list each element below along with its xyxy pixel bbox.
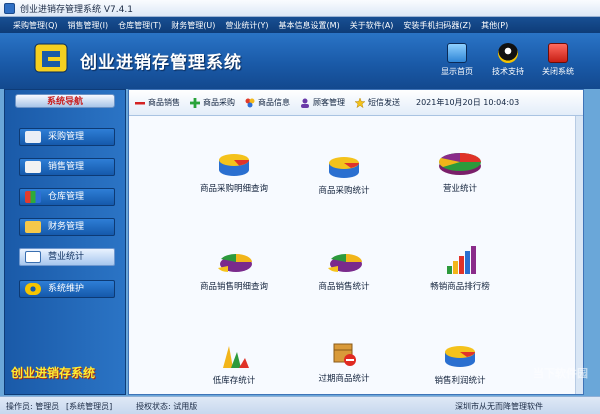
menu-warehouse[interactable]: 仓库管理(T): [113, 20, 166, 31]
sidebar-title: 系统导航: [15, 94, 115, 108]
window-title: 创业进销存管理系统 V7.4.1: [20, 5, 133, 15]
pie-chart-icon: [439, 152, 481, 175]
product-sales-button[interactable]: 商品销售: [135, 97, 180, 108]
cart-icon: [25, 161, 41, 173]
tech-support-label: 技术支持: [492, 67, 524, 76]
plus-icon: [190, 97, 200, 108]
sidebar-item-finance[interactable]: 财务管理: [19, 218, 115, 236]
sidebar: 系统导航 采购管理 销售管理 仓库管理 财务管理 营业统计 系统维护 创业进销存…: [4, 89, 126, 395]
product-info-button[interactable]: 商品信息: [245, 97, 290, 108]
pie-slice-icon: [218, 253, 252, 272]
expired-box-icon: [333, 343, 356, 366]
stack-disc-icon: [219, 154, 249, 176]
sidebar-brand: 创业进销存系统: [11, 366, 96, 380]
sales-profit-statistics[interactable]: 销售利润统计: [405, 340, 515, 386]
truck-icon: [25, 131, 41, 143]
status-operator: 操作员: 管理员: [6, 402, 60, 411]
function-label: 畅销商品排行榜: [430, 282, 490, 292]
power-icon: [548, 43, 568, 63]
datetime-display: 2021年10月20日 10:04:03: [416, 98, 520, 107]
items-icon: [245, 98, 255, 107]
logo-icon: [34, 43, 68, 73]
purchase-detail-query[interactable]: 商品采购明细查询: [179, 148, 289, 194]
menu-sales[interactable]: 销售管理(I): [63, 20, 114, 31]
menu-about[interactable]: 关于软件(A): [345, 20, 399, 31]
status-role: [系统管理员]: [66, 402, 113, 411]
function-label: 营业统计: [442, 184, 477, 194]
status-company: 深圳市从无而降管理软件: [455, 402, 543, 411]
function-label: 商品采购明细查询: [199, 184, 268, 194]
function-label: 销售利润统计: [434, 376, 486, 386]
menu-settings[interactable]: 基本信息设置(M): [274, 20, 345, 31]
users-icon: [301, 98, 309, 108]
profit-disc-icon: [445, 346, 475, 367]
bestseller-ranking[interactable]: 畅销商品排行榜: [405, 244, 515, 292]
function-label: 商品采购统计: [318, 186, 370, 196]
function-label: 商品销售明细查询: [199, 282, 268, 292]
show-home-button[interactable]: 显示首页: [430, 43, 484, 77]
boxes-icon: [25, 191, 41, 203]
sidebar-item-label: 财务管理: [48, 222, 85, 232]
brand-title: 创业进销存管理系统: [80, 53, 242, 73]
function-label: 商品销售统计: [318, 282, 370, 292]
status-bar: 操作员: 管理员 [系统管理员] 授权状态: 试用版 深圳市从无而降管理软件: [0, 396, 600, 414]
product-info-label: 商品信息: [258, 98, 290, 107]
qq-penguin-icon: [498, 43, 518, 63]
app-icon: [4, 3, 15, 14]
status-auth: 授权状态: 试用版: [136, 402, 198, 411]
gear-icon: [25, 283, 41, 295]
menu-scanner[interactable]: 安装手机扫码器(Z): [398, 20, 476, 31]
purchase-statistics[interactable]: 商品采购统计: [289, 152, 399, 196]
sidebar-item-sales[interactable]: 销售管理: [19, 158, 115, 176]
function-label: 低库存统计: [212, 376, 256, 386]
menu-finance[interactable]: 财务管理(U): [166, 20, 220, 31]
stats-icon: [25, 251, 41, 263]
sidebar-item-purchase[interactable]: 采购管理: [19, 128, 115, 146]
stack-disc-icon: [329, 157, 359, 178]
minus-icon: [135, 101, 145, 104]
sidebar-item-label: 系统维护: [48, 284, 85, 294]
business-statistics[interactable]: 营业统计: [405, 146, 515, 194]
sidebar-item-label: 销售管理: [48, 162, 85, 172]
sidebar-item-label: 仓库管理: [48, 192, 85, 202]
star-icon: [355, 97, 365, 108]
app-header: 创业进销存管理系统 显示首页 技术支持 关闭系统: [0, 33, 600, 89]
menu-purchase[interactable]: 采购管理(Q): [8, 20, 63, 31]
sidebar-item-label: 采购管理: [48, 132, 85, 142]
menu-other[interactable]: 其他(P): [476, 20, 513, 31]
sidebar-item-warehouse[interactable]: 仓库管理: [19, 188, 115, 206]
sidebar-item-label: 营业统计: [48, 252, 85, 262]
sms-send-label: 短信发送: [368, 98, 400, 107]
pie-slice-icon: [328, 253, 362, 272]
main-panel: 商品销售 商品采购 商品信息 顾客管理 短信发送 2021年10月20日 10:…: [128, 89, 584, 395]
menu-bar: 采购管理(Q) 销售管理(I) 仓库管理(T) 财务管理(U) 营业统计(Y) …: [0, 17, 600, 33]
sms-send-button[interactable]: 短信发送: [355, 97, 400, 108]
close-system-label: 关闭系统: [542, 67, 574, 76]
watermark-text: 当下软件园: [533, 367, 588, 380]
sidebar-item-statistics[interactable]: 营业统计: [19, 248, 115, 266]
customer-mgmt-button[interactable]: 顾客管理: [300, 97, 345, 108]
show-home-label: 显示首页: [441, 67, 473, 76]
tech-support-button[interactable]: 技术支持: [481, 43, 535, 77]
window-titlebar: 创业进销存管理系统 V7.4.1: [0, 0, 600, 17]
expired-product-statistics[interactable]: 过期商品统计: [289, 338, 399, 384]
product-purchase-button[interactable]: 商品采购: [190, 97, 235, 108]
customer-mgmt-label: 顾客管理: [313, 98, 345, 107]
sales-statistics[interactable]: 商品销售统计: [289, 246, 399, 292]
toolbar: 商品销售 商品采购 商品信息 顾客管理 短信发送 2021年10月20日 10:…: [129, 90, 583, 116]
sales-detail-query[interactable]: 商品销售明细查询: [179, 246, 289, 292]
bar-rank-icon: [447, 246, 476, 274]
sidebar-item-maintenance[interactable]: 系统维护: [19, 280, 115, 298]
product-sales-label: 商品销售: [148, 98, 180, 107]
close-system-button[interactable]: 关闭系统: [531, 43, 585, 77]
low-stock-icon: [223, 346, 249, 368]
menu-statistics[interactable]: 营业统计(Y): [220, 20, 273, 31]
finance-icon: [25, 221, 41, 233]
low-stock-statistics[interactable]: 低库存统计: [179, 340, 289, 386]
product-purchase-label: 商品采购: [203, 98, 235, 107]
vertical-scrollbar[interactable]: [575, 116, 583, 394]
function-label: 过期商品统计: [318, 374, 370, 384]
monitor-icon: [447, 43, 467, 63]
